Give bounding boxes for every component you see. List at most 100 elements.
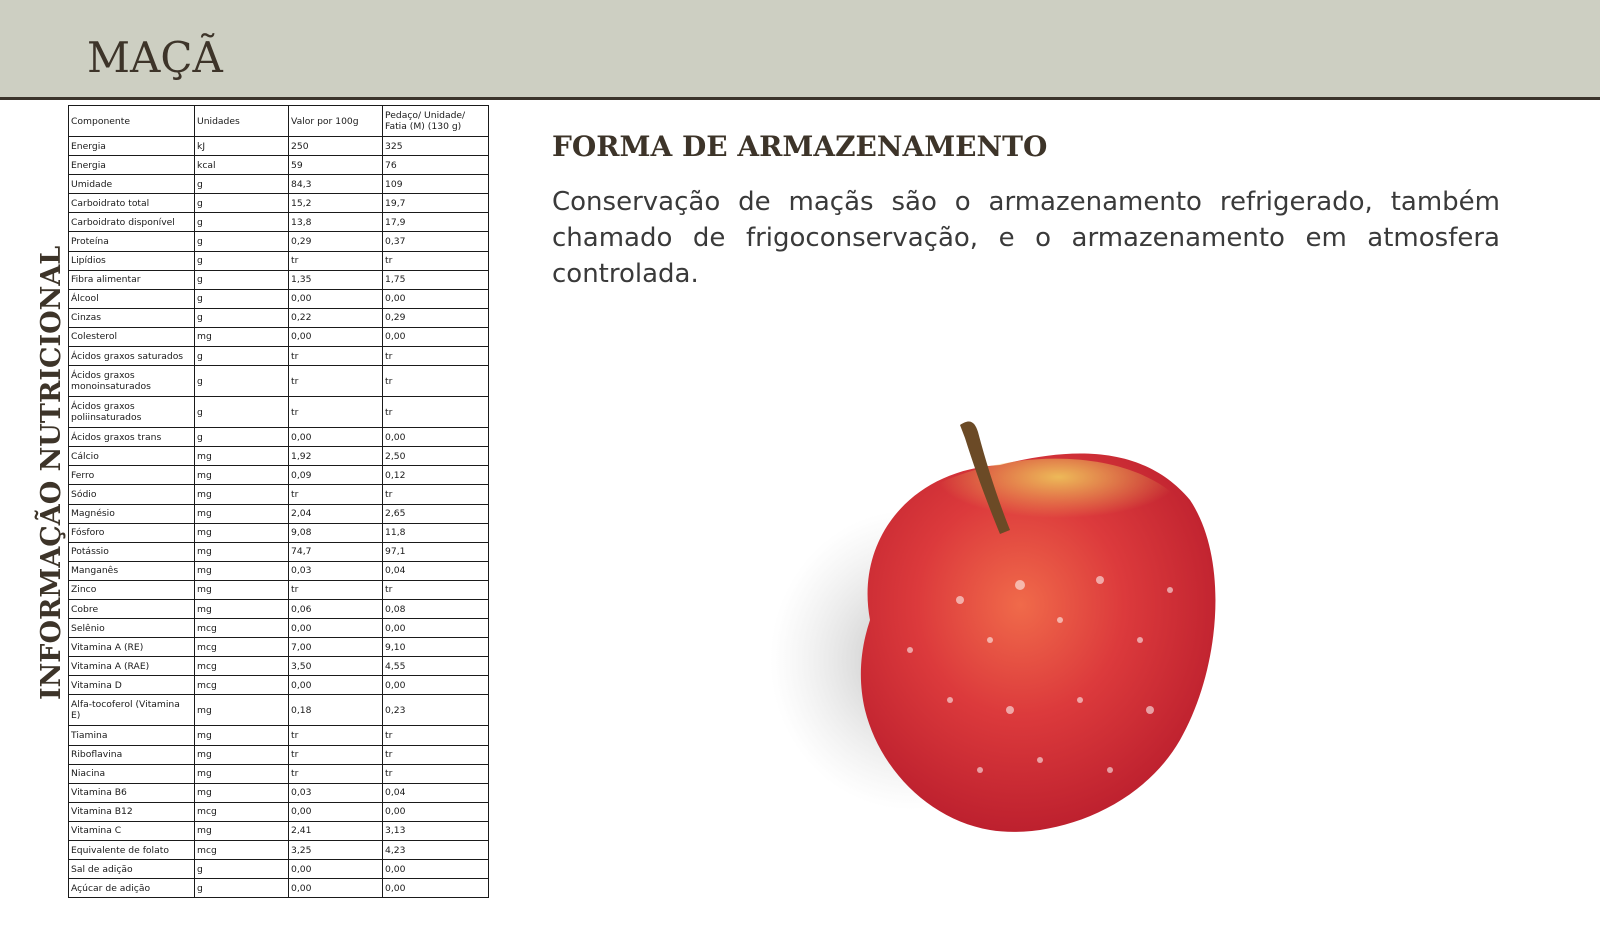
component-cell: Cinzas	[68, 307, 195, 328]
unit-cell: mg	[194, 446, 289, 467]
table-row: Potássio mg 74,7 97,1	[68, 541, 489, 562]
portion-value-cell: 1,75	[382, 269, 489, 290]
portion-value-cell: tr	[382, 484, 489, 505]
portion-value-cell: 3,13	[382, 820, 489, 842]
portion-value-cell: 0,00	[382, 801, 489, 822]
portion-value-cell: 4,23	[382, 839, 489, 861]
unit-cell: mg	[194, 782, 289, 803]
portion-value-cell: 19,7	[382, 193, 489, 214]
portion-value-cell: 0,04	[382, 560, 489, 581]
table-row: Ácidos graxos monoinsaturados g tr tr	[68, 365, 489, 398]
value-100g-cell: 0,03	[288, 782, 383, 803]
unit-cell: mg	[194, 820, 289, 842]
storage-heading: FORMA DE ARMAZENAMENTO	[552, 130, 1048, 163]
table-row: Sal de adição g 0,00 0,00	[68, 859, 489, 880]
unit-cell: g	[194, 346, 289, 367]
component-cell: Sal de adição	[68, 859, 195, 880]
table-row: Vitamina Dmcg 0,00 0,00	[68, 675, 489, 696]
value-100g-cell: tr	[288, 396, 383, 429]
unit-cell: g	[194, 859, 289, 880]
table-row: Umidade g 84,3 109	[68, 174, 489, 195]
unit-cell: kcal	[194, 155, 289, 176]
table-row: Álcool g 0,00 0,00	[68, 288, 489, 309]
side-label: INFORMAÇÃO NUTRICIONAL	[36, 245, 67, 700]
table-header-row: Componente Unidades Valor por 100g Pedaç…	[68, 105, 489, 137]
component-cell: Vitamina B12	[68, 801, 195, 822]
component-cell: Potássio	[68, 541, 195, 562]
table-row: Ferro mg 0,09 0,12	[68, 465, 489, 486]
component-cell: Cobre	[68, 598, 195, 620]
portion-value-cell: 0,12	[382, 465, 489, 486]
table-row: Carboidrato total g 15,2 19,7	[68, 193, 489, 214]
portion-value-cell: 0,00	[382, 427, 489, 448]
table-row: Vitamina A (RAE) mcg 3,50 4,55	[68, 656, 489, 677]
unit-cell: g	[194, 212, 289, 233]
portion-value-cell: 0,23	[382, 694, 489, 727]
component-cell: Proteína	[68, 231, 195, 252]
unit-cell: mg	[194, 465, 289, 486]
portion-value-cell: 17,9	[382, 212, 489, 233]
value-100g-cell: 0,29	[288, 231, 383, 252]
value-100g-cell: tr	[288, 250, 383, 271]
unit-cell: mg	[194, 326, 289, 348]
table-row: Ácidos graxos saturados g tr tr	[68, 346, 489, 367]
table-row: Riboflavina mg tr tr	[68, 744, 489, 765]
component-cell: Vitamina D	[68, 675, 195, 696]
unit-cell: mg	[194, 725, 289, 746]
value-100g-cell: tr	[288, 725, 383, 746]
portion-value-cell: tr	[382, 346, 489, 367]
portion-value-cell: 0,08	[382, 598, 489, 620]
unit-cell: mcg	[194, 618, 289, 639]
portion-value-cell: 11,8	[382, 522, 489, 543]
component-cell: Açúcar de adição	[68, 878, 195, 899]
component-cell: Colesterol	[68, 326, 195, 348]
column-header: Pedaço/ Unidade/ Fatia (M) (130 g)	[382, 105, 489, 137]
value-100g-cell: 0,09	[288, 465, 383, 486]
value-100g-cell: 0,06	[288, 598, 383, 620]
unit-cell: g	[194, 174, 289, 195]
value-100g-cell: 0,00	[288, 878, 383, 899]
portion-value-cell: tr	[382, 763, 489, 784]
component-cell: Carboidrato total	[68, 193, 195, 214]
portion-value-cell: 2,65	[382, 503, 489, 524]
value-100g-cell: tr	[288, 346, 383, 367]
table-row: Vitamina B12 mcg 0,00 0,00	[68, 801, 489, 822]
value-100g-cell: 0,00	[288, 859, 383, 880]
table-body: Energia kJ 250 325 Energia kcal 59 76 Umidade g 84…	[68, 135, 489, 899]
component-cell: Alfa-tocoferol (Vitamina E)	[68, 694, 195, 727]
storage-text: Conservação de maçãs são o armazenamento…	[552, 187, 1500, 289]
value-100g-cell: tr	[288, 763, 383, 784]
portion-value-cell: 109	[382, 174, 489, 195]
portion-value-cell: tr	[382, 579, 489, 600]
portion-value-cell: 0,00	[382, 326, 489, 348]
unit-cell: g	[194, 396, 289, 429]
table-row: Carboidrato disponível g 13,8 17,9	[68, 212, 489, 233]
unit-cell: g	[194, 427, 289, 448]
portion-value-cell: 4,55	[382, 656, 489, 677]
apple-photo-icon	[770, 421, 1216, 832]
table-row: Fósforo mg 9,08 11,8	[68, 522, 489, 543]
table-row: Vitamina Cmg 2,41 3,13	[68, 820, 489, 842]
portion-value-cell: tr	[382, 365, 489, 398]
unit-cell: g	[194, 365, 289, 398]
unit-cell: g	[194, 269, 289, 290]
value-100g-cell: 9,08	[288, 522, 383, 543]
unit-cell: mg	[194, 541, 289, 562]
value-100g-cell: 250	[288, 135, 383, 157]
portion-value-cell: 2,50	[382, 446, 489, 467]
table-row: Niacina mg tr tr	[68, 763, 489, 784]
unit-cell: g	[194, 878, 289, 899]
value-100g-cell: 0,00	[288, 618, 383, 639]
table-row: Ácidos graxos trans g 0,00 0,00	[68, 427, 489, 448]
value-100g-cell: 59	[288, 155, 383, 176]
unit-cell: mcg	[194, 839, 289, 861]
value-100g-cell: 2,41	[288, 820, 383, 842]
portion-value-cell: 9,10	[382, 637, 489, 658]
component-cell: Fibra alimentar	[68, 269, 195, 290]
component-cell: Ferro	[68, 465, 195, 486]
table-row: Vitamina B6 mg 0,03 0,04	[68, 782, 489, 803]
value-100g-cell: 0,00	[288, 326, 383, 348]
unit-cell: mcg	[194, 637, 289, 658]
value-100g-cell: 0,00	[288, 288, 383, 309]
unit-cell: mg	[194, 522, 289, 543]
